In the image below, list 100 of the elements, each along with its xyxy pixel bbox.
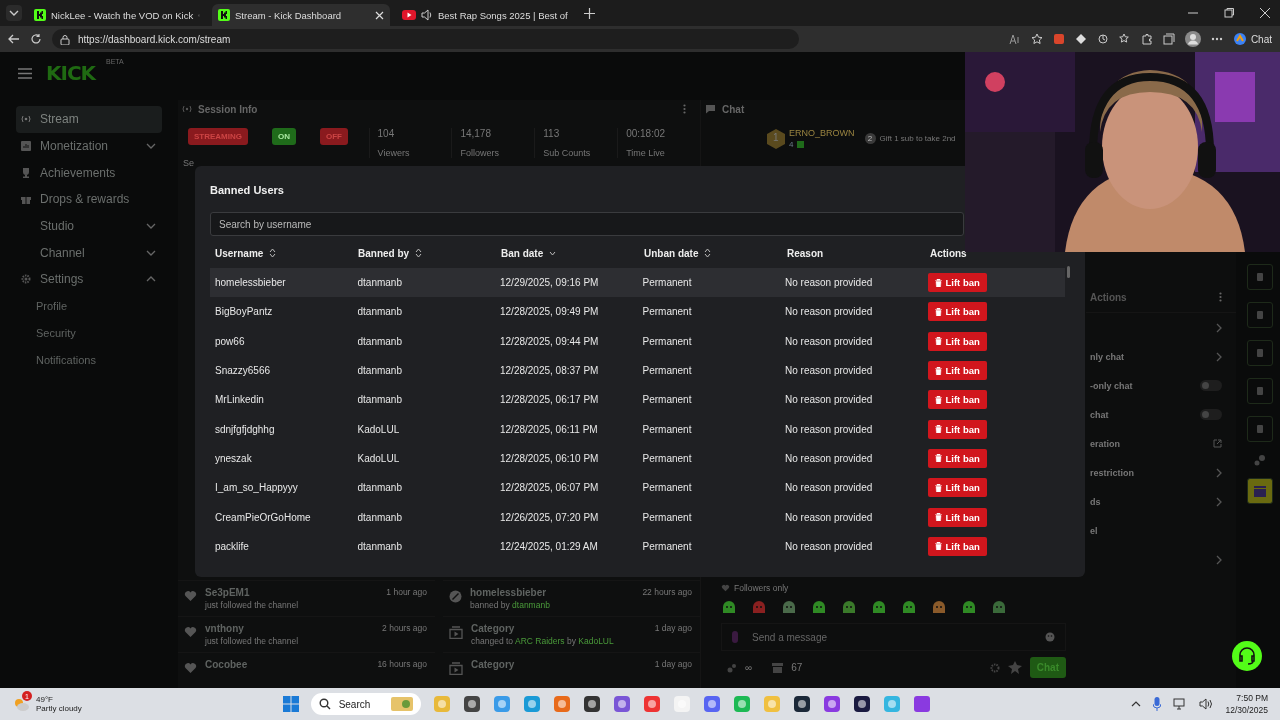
points-icon[interactable] <box>1254 454 1266 466</box>
lift-ban-button[interactable]: Lift ban <box>927 390 987 410</box>
lift-ban-button[interactable]: Lift ban <box>927 478 987 498</box>
lift-ban-button[interactable]: Lift ban <box>927 361 987 381</box>
speaker-icon[interactable] <box>421 9 433 21</box>
kick-logo[interactable]: KICK <box>46 61 96 85</box>
table-row[interactable]: Snazzy6566 dtanmanb 12/28/2025, 08:37 PM Permanent No reason provided Lift ban <box>210 355 1065 386</box>
chevron-right-icon[interactable] <box>1216 467 1222 478</box>
lift-ban-button[interactable]: Lift ban <box>927 419 987 439</box>
column-header[interactable]: Banned by <box>353 247 496 259</box>
broadcast-button[interactable] <box>1247 340 1273 366</box>
lift-ban-button[interactable]: Lift ban <box>927 302 987 322</box>
table-row[interactable]: pow66 dtanmanb 12/28/2025, 09:44 PM Permanent No reason provided Lift ban <box>210 326 1065 356</box>
chevron-up-icon[interactable] <box>1131 701 1142 707</box>
external-link-icon[interactable] <box>1213 439 1222 448</box>
toggle-switch[interactable] <box>1200 409 1222 420</box>
sidebar-subitem[interactable]: Notifications <box>16 346 162 373</box>
emote-icon[interactable] <box>781 599 797 615</box>
settings-icon[interactable] <box>989 662 1000 673</box>
toggle-switch[interactable] <box>1200 380 1222 391</box>
tab-list-button[interactable] <box>6 5 22 21</box>
menu-icon[interactable] <box>18 67 32 79</box>
more-icon[interactable] <box>1210 37 1223 41</box>
avatar-icon[interactable] <box>1184 31 1201 47</box>
windows-start-icon[interactable] <box>282 696 299 712</box>
sidebar-item[interactable]: Drops & rewards <box>16 186 162 213</box>
browser-tab[interactable]: Stream - Kick Dashboard <box>212 4 390 26</box>
sparkle-icon[interactable] <box>1007 661 1022 674</box>
document-button[interactable] <box>1247 264 1273 290</box>
more-icon[interactable] <box>683 104 686 114</box>
camera-button[interactable] <box>1247 378 1273 404</box>
lift-ban-button[interactable]: Lift ban <box>927 448 987 468</box>
read-aloud-icon[interactable] <box>1008 33 1021 45</box>
address-field[interactable]: https://dashboard.kick.com/stream <box>52 29 799 49</box>
sidebar-item[interactable]: Stream <box>16 106 162 133</box>
network-icon[interactable] <box>1173 698 1188 710</box>
search-field[interactable]: Search by username <box>210 212 964 236</box>
microphone-icon[interactable] <box>1153 697 1162 711</box>
message-field[interactable]: Send a message <box>721 623 1066 651</box>
sidebar-subitem[interactable]: Profile <box>16 292 162 320</box>
volume-icon[interactable] <box>1199 698 1214 710</box>
table-row[interactable]: MrLinkedin dtanmanb 12/28/2025, 06:17 PM Permanent No reason provided Lift ban <box>210 385 1065 415</box>
table-row[interactable]: packlife dtanmanb 12/24/2025, 01:29 AM Permanent No reason provided Lift ban <box>210 531 1065 561</box>
chevron-right-icon[interactable] <box>1216 351 1222 362</box>
table-row[interactable]: CreamPieOrGoHome dtanmanb 12/26/2025, 07:20 PM Permanent No reason provided Lift ban <box>210 502 1065 532</box>
column-header[interactable]: Username <box>210 247 353 259</box>
scrollbar-thumb[interactable] <box>1067 266 1070 278</box>
lift-ban-button[interactable]: Lift ban <box>927 536 987 556</box>
chat-button[interactable] <box>1247 302 1273 328</box>
support-headset-button[interactable] <box>1232 641 1262 671</box>
emote-icon[interactable] <box>961 599 977 615</box>
browser-tab[interactable]: NickLee - Watch the VOD on Kick <box>28 4 206 26</box>
table-row[interactable]: BigBoyPantz dtanmanb 12/28/2025, 09:49 PM Permanent No reason provided Lift ban <box>210 297 1065 327</box>
lift-ban-button[interactable]: Lift ban <box>927 331 987 351</box>
table-row[interactable]: I_am_so_Happyyy dtanmanb 12/28/2025, 06:07 PM Permanent No reason provided Lift ban <box>210 473 1065 503</box>
taskbar-search-field[interactable]: Search <box>310 693 421 715</box>
column-header[interactable]: Unban date <box>639 247 782 259</box>
wrench-button[interactable] <box>1247 416 1273 442</box>
chevron-right-icon[interactable] <box>1216 496 1222 507</box>
emoji-icon[interactable] <box>1045 632 1055 642</box>
table-row[interactable]: sdnjfgfjdghhg KadoLUL 12/28/2025, 06:11 PM Permanent No reason provided Lift ban <box>210 414 1065 444</box>
lift-ban-button[interactable]: Lift ban <box>927 507 987 527</box>
maximize-icon[interactable] <box>1224 8 1234 18</box>
sidebar-item[interactable]: Settings <box>16 266 162 293</box>
close-icon[interactable] <box>1260 8 1270 18</box>
back-icon[interactable] <box>8 33 20 45</box>
store-icon[interactable] <box>772 662 784 673</box>
new-tab-icon[interactable] <box>584 7 595 19</box>
table-row[interactable]: homelessbieber dtanmanb 12/29/2025, 09:16 PM Permanent No reason provided Lift ban <box>210 268 1065 298</box>
reload-icon[interactable] <box>30 33 42 45</box>
chevron-right-icon[interactable] <box>1216 322 1222 333</box>
emote-icon[interactable] <box>721 599 737 615</box>
emote-icon[interactable] <box>931 599 947 615</box>
emote-icon[interactable] <box>811 599 827 615</box>
activity-link[interactable]: KadoLUL <box>578 636 614 646</box>
activity-link[interactable]: ARC Raiders <box>514 636 565 646</box>
collections-icon[interactable] <box>1162 33 1175 45</box>
emote-icon[interactable] <box>871 599 887 615</box>
favorites-icon[interactable] <box>1118 33 1131 45</box>
diamond-icon[interactable] <box>1074 33 1087 45</box>
emote-icon[interactable] <box>841 599 857 615</box>
copilot-chat-button[interactable]: Chat <box>1232 32 1272 46</box>
column-header[interactable]: Ban date <box>496 247 639 259</box>
sidebar-item[interactable]: Achievements <box>16 159 162 187</box>
activity-link[interactable]: dtanmanb <box>512 600 550 610</box>
close-icon[interactable] <box>375 10 384 20</box>
sidebar-subitem[interactable]: Security <box>16 319 162 347</box>
clapperboard-button[interactable] <box>1247 478 1273 504</box>
sidebar-item[interactable]: Studio <box>16 212 162 240</box>
table-row[interactable]: yneszak KadoLUL 12/28/2025, 06:10 PM Permanent No reason provided Lift ban <box>210 443 1065 474</box>
browser-tab[interactable]: Best Rap Songs 2025 | Best of <box>396 4 574 26</box>
emote-icon[interactable] <box>751 599 767 615</box>
more-icon[interactable] <box>1219 292 1222 302</box>
emote-icon[interactable] <box>991 599 1007 615</box>
sidebar-item[interactable]: Monetization <box>16 132 162 160</box>
puzzle-icon[interactable] <box>1140 33 1153 45</box>
chevron-right-icon[interactable] <box>1216 554 1222 565</box>
star-icon[interactable] <box>1030 33 1043 45</box>
lift-ban-button[interactable]: Lift ban <box>927 273 987 293</box>
taskbar-clock[interactable]: 7:50 PM 12/30/2025 <box>1225 693 1268 715</box>
